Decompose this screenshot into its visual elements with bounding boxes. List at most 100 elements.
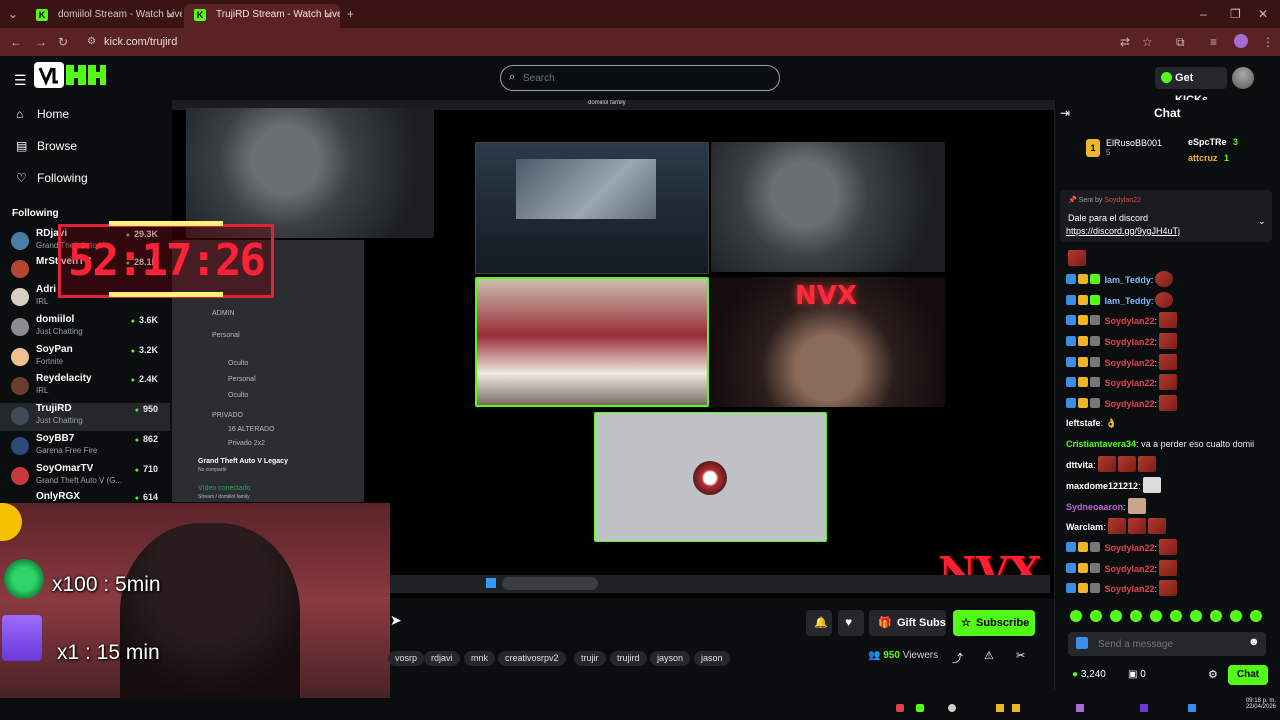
- search-input[interactable]: [523, 70, 763, 86]
- pinned-message[interactable]: 📌 Sent by Soydylan22 Dale para el discor…: [1060, 190, 1272, 242]
- back-icon[interactable]: ←: [10, 35, 22, 49]
- chat-username[interactable]: Iam_Teddy: [1105, 275, 1151, 285]
- tag[interactable]: vosrp: [388, 651, 425, 666]
- following-item-selected[interactable]: TrujiRD Just Chatting 950: [0, 403, 170, 431]
- chat-username[interactable]: Soydylan22: [1105, 543, 1155, 553]
- translate-icon[interactable]: ⇄: [1120, 35, 1130, 49]
- emote-icon[interactable]: [1110, 610, 1122, 622]
- tag[interactable]: creativosrpv2: [498, 651, 566, 666]
- emote-icon[interactable]: [1210, 610, 1222, 622]
- emote-icon[interactable]: [1090, 610, 1102, 622]
- app-icon[interactable]: [948, 704, 956, 712]
- chat-username[interactable]: maxdome121212: [1066, 481, 1138, 491]
- following-item[interactable]: domiilol Just Chatting 3.6K: [0, 314, 170, 342]
- chat-username[interactable]: Soydylan22: [1105, 564, 1155, 574]
- emote-icon[interactable]: [1170, 610, 1182, 622]
- chat-username[interactable]: Soydylan22: [1105, 378, 1155, 388]
- chat-username[interactable]: Soydylan22: [1105, 316, 1155, 326]
- top-gifter[interactable]: eSpcTRe 3: [1188, 137, 1238, 147]
- get-kicks-button[interactable]: Get KICKs: [1155, 67, 1227, 106]
- url-field[interactable]: kick.com/trujird: [84, 34, 1104, 50]
- pinned-link[interactable]: https://discord.gg/9ygJH4uTj: [1066, 226, 1180, 236]
- top-gifter[interactable]: ElRusoBB001 5: [1106, 138, 1162, 157]
- bookmark-star-icon[interactable]: ☆: [1142, 35, 1153, 49]
- mic-icon[interactable]: [896, 704, 904, 712]
- following-item[interactable]: Reydelacity IRL 2.4K: [0, 373, 170, 401]
- close-tab-icon[interactable]: ×: [325, 4, 332, 26]
- nav-browse[interactable]: ▤ Browse: [16, 136, 77, 156]
- tab-search-icon[interactable]: ⌄: [8, 7, 18, 21]
- chat-username[interactable]: Soydylan22: [1105, 584, 1155, 594]
- new-tab-icon[interactable]: +: [347, 7, 354, 21]
- search-bar[interactable]: ⌕: [500, 65, 780, 91]
- app-icon[interactable]: [916, 704, 924, 712]
- chat-username[interactable]: Warclam: [1066, 522, 1103, 532]
- user-avatar[interactable]: [1232, 67, 1254, 89]
- send-chat-button[interactable]: Chat: [1228, 665, 1268, 685]
- nav-home[interactable]: ⌂ Home: [16, 104, 69, 124]
- collapse-chat-icon[interactable]: ⇥: [1060, 106, 1070, 120]
- chat-username[interactable]: leftstafe: [1066, 418, 1101, 428]
- minimize-icon[interactable]: –: [1200, 7, 1207, 21]
- follow-heart-button[interactable]: ♥: [838, 610, 864, 636]
- app-icon[interactable]: [1076, 704, 1084, 712]
- tag[interactable]: rdjavi: [424, 651, 460, 666]
- emote-icon[interactable]: [1150, 610, 1162, 622]
- following-item[interactable]: SoyOmarTV Grand Theft Auto V (G... 710: [0, 463, 170, 491]
- app-icon[interactable]: [996, 704, 1004, 712]
- app-icon[interactable]: [1012, 704, 1020, 712]
- chat-username[interactable]: Cristiantavera34: [1066, 439, 1136, 449]
- chat-input-box[interactable]: ☻: [1068, 632, 1266, 656]
- chat-username[interactable]: Soydylan22: [1105, 399, 1155, 409]
- following-item[interactable]: OnlyRGX 614: [0, 491, 170, 503]
- emoji-picker-icon[interactable]: ☻: [1248, 636, 1260, 648]
- nav-following[interactable]: ♡ Following: [16, 168, 88, 188]
- emote-icon[interactable]: [1190, 610, 1202, 622]
- gift-subs-button[interactable]: 🎁 Gift Subs: [869, 610, 946, 636]
- extensions-icon[interactable]: ⧉: [1176, 35, 1185, 49]
- tag[interactable]: trujir: [574, 651, 606, 666]
- reload-icon[interactable]: ↻: [58, 35, 68, 49]
- chat-username[interactable]: Sydneoaaron: [1066, 502, 1123, 512]
- hamburger-menu-icon[interactable]: ☰: [14, 72, 27, 89]
- emote-icon[interactable]: [1230, 610, 1242, 622]
- emote-icon[interactable]: [1130, 610, 1142, 622]
- following-item[interactable]: SoyBB7 Garena Free Fire 862: [0, 433, 170, 461]
- app-icon[interactable]: [1140, 704, 1148, 712]
- sub-balance[interactable]: ▣ 0: [1128, 669, 1146, 680]
- subscribe-button[interactable]: ☆ Subscribe: [953, 610, 1035, 636]
- clip-icon[interactable]: ✂: [1016, 649, 1025, 662]
- restore-icon[interactable]: ❐: [1230, 7, 1241, 21]
- report-icon[interactable]: ⚠: [984, 649, 994, 662]
- close-tab-icon[interactable]: ×: [167, 4, 174, 26]
- chat-settings-icon[interactable]: ⚙: [1208, 668, 1218, 681]
- share-icon[interactable]: ⤴: [952, 650, 963, 666]
- tab-domiilol[interactable]: K domiilol Stream - Watch Live o ×: [26, 4, 182, 28]
- chat-username[interactable]: Soydylan22: [1105, 358, 1155, 368]
- emote-icon[interactable]: [1250, 610, 1262, 622]
- chat-username[interactable]: Iam_Teddy: [1105, 296, 1151, 306]
- close-window-icon[interactable]: ✕: [1258, 7, 1268, 21]
- forward-icon[interactable]: →: [35, 35, 47, 49]
- profile-avatar[interactable]: [1234, 34, 1248, 48]
- app-icon[interactable]: [1188, 704, 1196, 712]
- tab-trujird[interactable]: K TrujiRD Stream - Watch Live ×: [184, 4, 340, 28]
- more-icon[interactable]: ⋮: [1262, 35, 1274, 49]
- menu-lines-icon[interactable]: ≡: [1210, 35, 1217, 49]
- top-gifter[interactable]: attcruz 1: [1188, 153, 1229, 163]
- system-clock[interactable]: 09:18 p. m. 22/04/2026: [1230, 698, 1276, 710]
- kick-logo[interactable]: [34, 62, 106, 88]
- chat-message-input[interactable]: [1098, 636, 1238, 652]
- kicks-balance[interactable]: ● 3,240: [1072, 669, 1106, 680]
- emote-icon[interactable]: [1070, 610, 1082, 622]
- chat-identity-icon[interactable]: [1076, 637, 1088, 649]
- chat-username[interactable]: Soydylan22: [1105, 337, 1155, 347]
- tag[interactable]: jayson: [650, 651, 691, 666]
- notification-bell-button[interactable]: 🔔: [806, 610, 832, 636]
- tag[interactable]: mnk: [464, 651, 496, 666]
- following-item[interactable]: SoyPan Fortnite 3.2K: [0, 344, 170, 372]
- tag[interactable]: trujird: [610, 651, 647, 666]
- chevron-down-icon[interactable]: ⌄: [1258, 216, 1266, 227]
- chat-username[interactable]: dttvita: [1066, 460, 1093, 470]
- tag[interactable]: jason: [694, 651, 730, 666]
